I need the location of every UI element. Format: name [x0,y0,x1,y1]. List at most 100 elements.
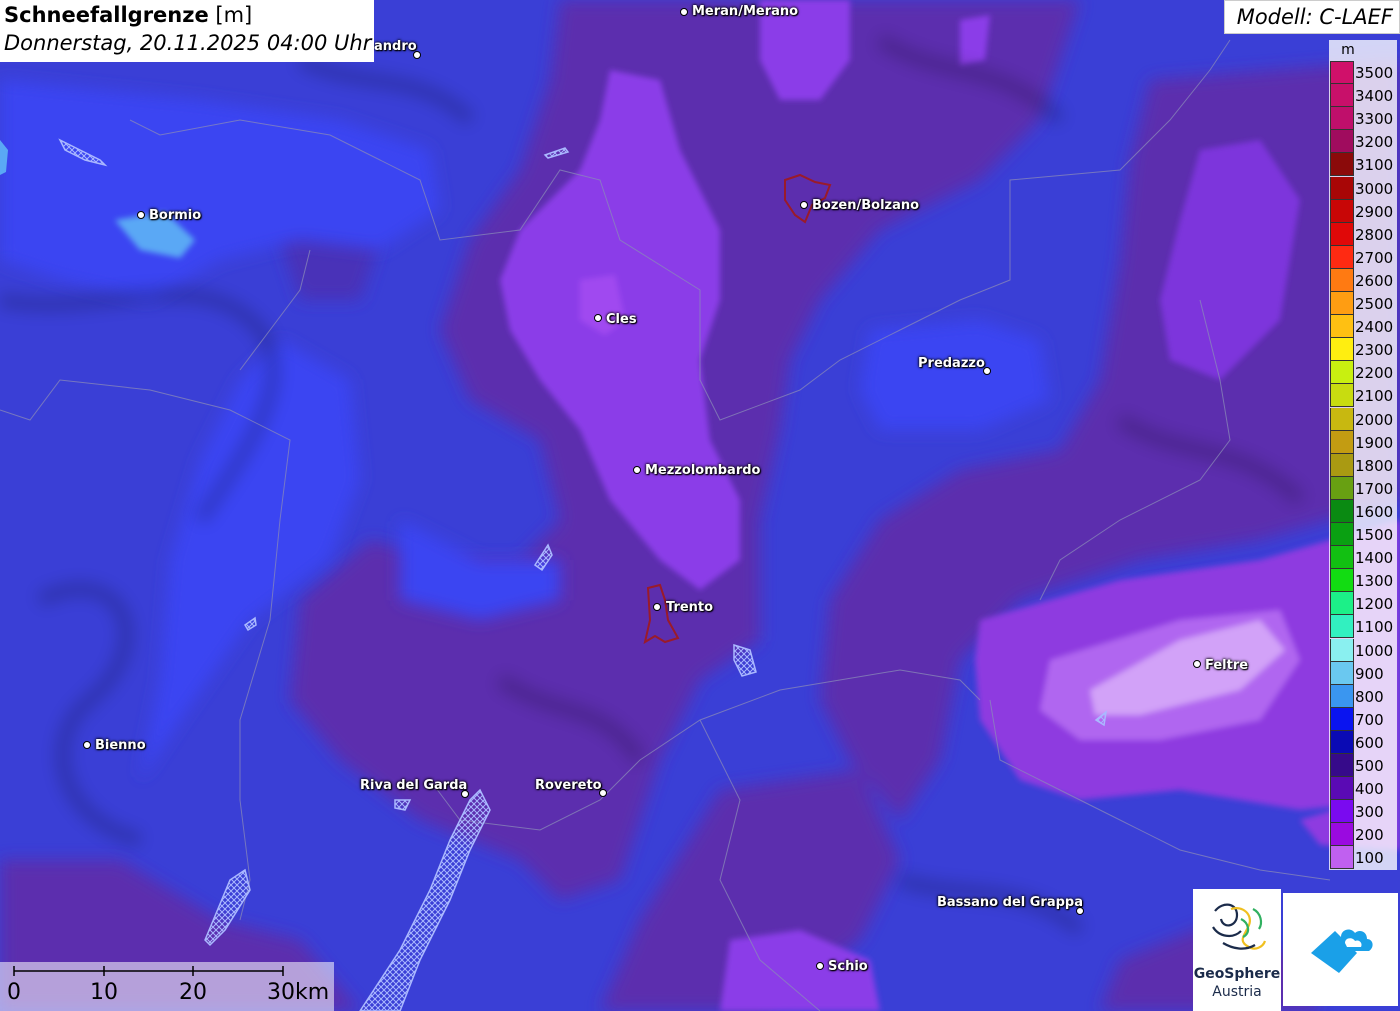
legend-row: 2500 [1329,292,1397,315]
legend-swatch [1330,176,1354,200]
title-panel: Schneefallgrenze [m] Donnerstag, 20.11.2… [0,0,374,62]
model-label: Modell: C-LAEF [1236,5,1393,29]
city-dot-mezzolombardo[interactable] [633,466,641,474]
city-dot-trento[interactable] [653,603,661,611]
legend-label: 3300 [1355,110,1394,129]
city-dot-bolzano[interactable] [800,201,808,209]
legend-label: 700 [1355,710,1384,729]
legend-label: 900 [1355,664,1384,683]
legend-swatch [1330,661,1354,685]
legend-swatch [1330,800,1354,824]
legend-row: 3200 [1329,130,1397,154]
legend-label: 2600 [1355,271,1394,290]
legend-row: 3500 [1329,61,1397,84]
legend-row: 500 [1329,754,1397,777]
legend-row: 1000 [1329,638,1397,662]
legend-row: 2700 [1329,245,1397,269]
scale-label-30km: 30km [267,980,330,1005]
geosphere-mark-icon [1212,903,1267,950]
legend-row: 1700 [1329,476,1397,500]
legend-label: 3000 [1355,179,1394,198]
weather-app-logo[interactable] [1283,893,1398,1006]
city-label-riva: Riva del Garda [360,778,468,793]
legend-swatch [1330,315,1354,339]
legend-swatch [1330,361,1354,385]
legend-row: 1100 [1329,615,1397,639]
legend-swatch [1330,638,1354,662]
legend-label: 1200 [1355,595,1394,614]
legend-swatch [1330,338,1354,362]
city-label-trento: Trento [666,600,714,615]
city-label-bolzano: Bozen/Bolzano [812,198,920,213]
legend-label: 3400 [1355,87,1394,106]
legend-row: 2800 [1329,222,1397,246]
legend-label: 1500 [1355,526,1394,544]
legend-label: 800 [1355,687,1384,706]
title-main: Schneefallgrenze [4,3,209,27]
legend-swatch [1330,777,1354,801]
legend-label: 2100 [1355,387,1394,406]
legend-swatch [1330,292,1354,315]
city-dot-bienno[interactable] [83,741,91,749]
legend-label: 1700 [1355,479,1394,498]
legend-swatch [1330,476,1354,500]
legend-swatch [1330,846,1354,870]
snowfall-limit-map[interactable] [0,0,1400,1011]
city-dot-schio[interactable] [816,962,824,970]
legend-label: 1000 [1355,641,1394,660]
city-dot-cles[interactable] [594,314,602,322]
city-dot-bormio[interactable] [137,211,145,219]
legend-label: 2700 [1355,248,1394,267]
legend-row: 3100 [1329,153,1397,177]
city-label-cles: Cles [606,312,637,327]
city-dot-feltre[interactable] [1193,660,1201,668]
legend-label: 1100 [1355,618,1394,637]
legend-row: 900 [1329,661,1397,685]
legend-label: 2300 [1355,341,1394,360]
legend-label: 1300 [1355,572,1394,591]
legend-label: 2000 [1355,410,1394,429]
legend-row: 700 [1329,707,1397,731]
legend-row: 2400 [1329,315,1397,339]
legend-swatch [1330,107,1354,131]
legend-label: 2200 [1355,364,1394,383]
legend-swatch [1330,754,1354,777]
city-label-sondrio: andro [374,39,417,54]
legend-row: 400 [1329,777,1397,801]
city-label-schio: Schio [828,959,868,974]
map-datetime: Donnerstag, 20.11.2025 04:00 Uhr [4,31,372,55]
legend-row: 2000 [1329,407,1397,431]
legend-row: 1500 [1329,523,1397,546]
legend-row: 1800 [1329,453,1397,477]
legend-label: 2500 [1355,295,1394,313]
legend-swatch [1330,823,1354,847]
city-dot-merano[interactable] [680,8,688,16]
legend-swatch [1330,523,1354,546]
legend-row: 3300 [1329,107,1397,131]
legend-label: 1800 [1355,456,1394,475]
legend-row: 2600 [1329,268,1397,292]
legend-label: 300 [1355,803,1384,822]
city-label-feltre: Feltre [1205,658,1249,673]
legend-row: 800 [1329,684,1397,708]
logo-text-austria: Austria [1212,984,1262,1000]
legend-row: 2300 [1329,338,1397,362]
legend-label: 100 [1355,849,1384,868]
model-panel: Modell: C-LAEF [1224,0,1400,34]
legend-swatch [1330,569,1354,593]
legend-row: 3000 [1329,176,1397,200]
legend-swatch [1330,84,1354,108]
city-label-bienno: Bienno [95,738,146,753]
legend-swatch [1330,684,1354,708]
legend-swatch [1330,153,1354,177]
legend-unit: m [1341,42,1355,58]
legend-label: 600 [1355,733,1384,752]
legend-row: 3400 [1329,84,1397,108]
legend-swatch [1330,592,1354,616]
legend-swatch [1330,384,1354,408]
legend-swatch [1330,130,1354,154]
logo-text-geosphere: GeoSphere [1193,966,1281,982]
legend-swatch [1330,268,1354,292]
legend-row: 300 [1329,800,1397,824]
geosphere-austria-logo[interactable]: GeoSphere Austria [1193,889,1281,1011]
